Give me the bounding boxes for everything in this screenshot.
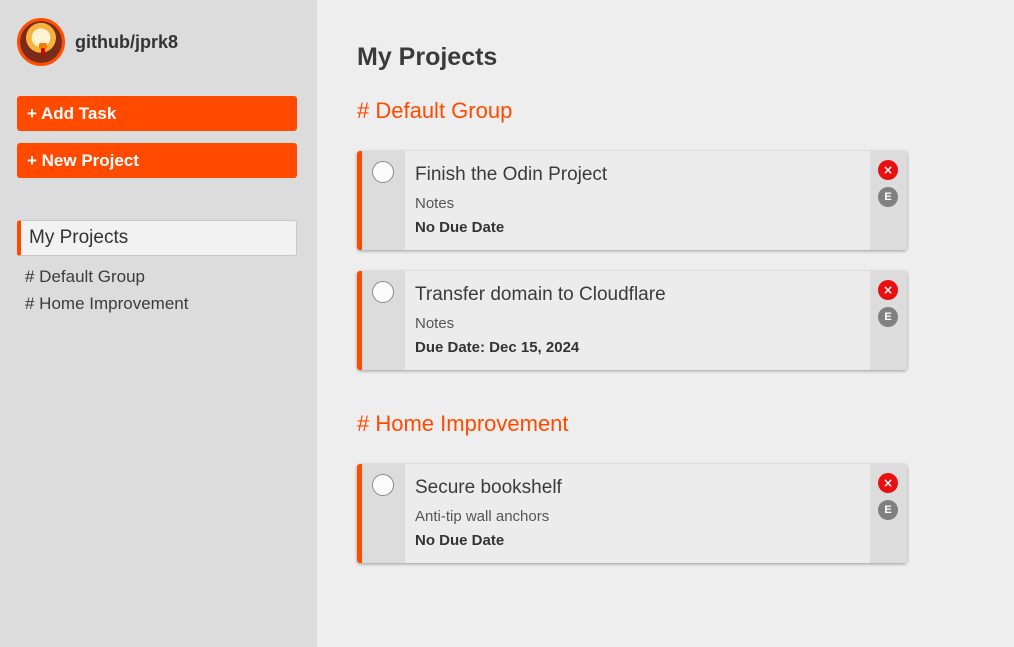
task-card: Finish the Odin Project Notes No Due Dat…	[357, 151, 907, 250]
task-complete-checkbox[interactable]	[372, 281, 394, 303]
task-notes: Notes	[415, 315, 455, 332]
task-due-date: Due Date: Dec 15, 2024	[415, 339, 580, 356]
task-title: Transfer domain to Cloudflare	[415, 284, 666, 305]
delete-icon[interactable]: ×	[878, 160, 898, 180]
profile-username[interactable]: github/jprk8	[75, 32, 178, 53]
task-notes: Anti-tip wall anchors	[415, 508, 550, 525]
task-complete-checkbox[interactable]	[372, 474, 394, 496]
task-title: Secure bookshelf	[415, 477, 562, 498]
group-title-home-improvement: # Home Improvement	[357, 411, 569, 436]
task-due-date: No Due Date	[415, 532, 505, 549]
task-card: Secure bookshelf Anti-tip wall anchors N…	[357, 464, 907, 563]
group-title-default: # Default Group	[357, 98, 513, 123]
nav-group-home-improvement[interactable]: # Home Improvement	[25, 294, 188, 314]
turkey-avatar-icon	[17, 18, 65, 66]
nav-my-projects[interactable]: My Projects	[17, 220, 297, 256]
delete-icon[interactable]: ×	[878, 280, 898, 300]
edit-icon[interactable]: E	[878, 500, 898, 520]
new-project-button[interactable]: + New Project	[17, 143, 297, 178]
nav-group-default[interactable]: # Default Group	[25, 267, 145, 287]
delete-icon[interactable]: ×	[878, 473, 898, 493]
profile: github/jprk8	[17, 18, 178, 66]
task-title: Finish the Odin Project	[415, 164, 608, 185]
add-task-button[interactable]: + Add Task	[17, 96, 297, 131]
sidebar: github/jprk8 + Add Task + New Project My…	[0, 0, 317, 647]
task-complete-checkbox[interactable]	[372, 161, 394, 183]
edit-icon[interactable]: E	[878, 307, 898, 327]
edit-icon[interactable]: E	[878, 187, 898, 207]
main-content: My Projects # Default Group Finish the O…	[317, 0, 1014, 647]
task-card: Transfer domain to Cloudflare Notes Due …	[357, 271, 907, 370]
task-notes: Notes	[415, 195, 455, 212]
task-due-date: No Due Date	[415, 219, 505, 236]
page-title: My Projects	[357, 43, 498, 71]
